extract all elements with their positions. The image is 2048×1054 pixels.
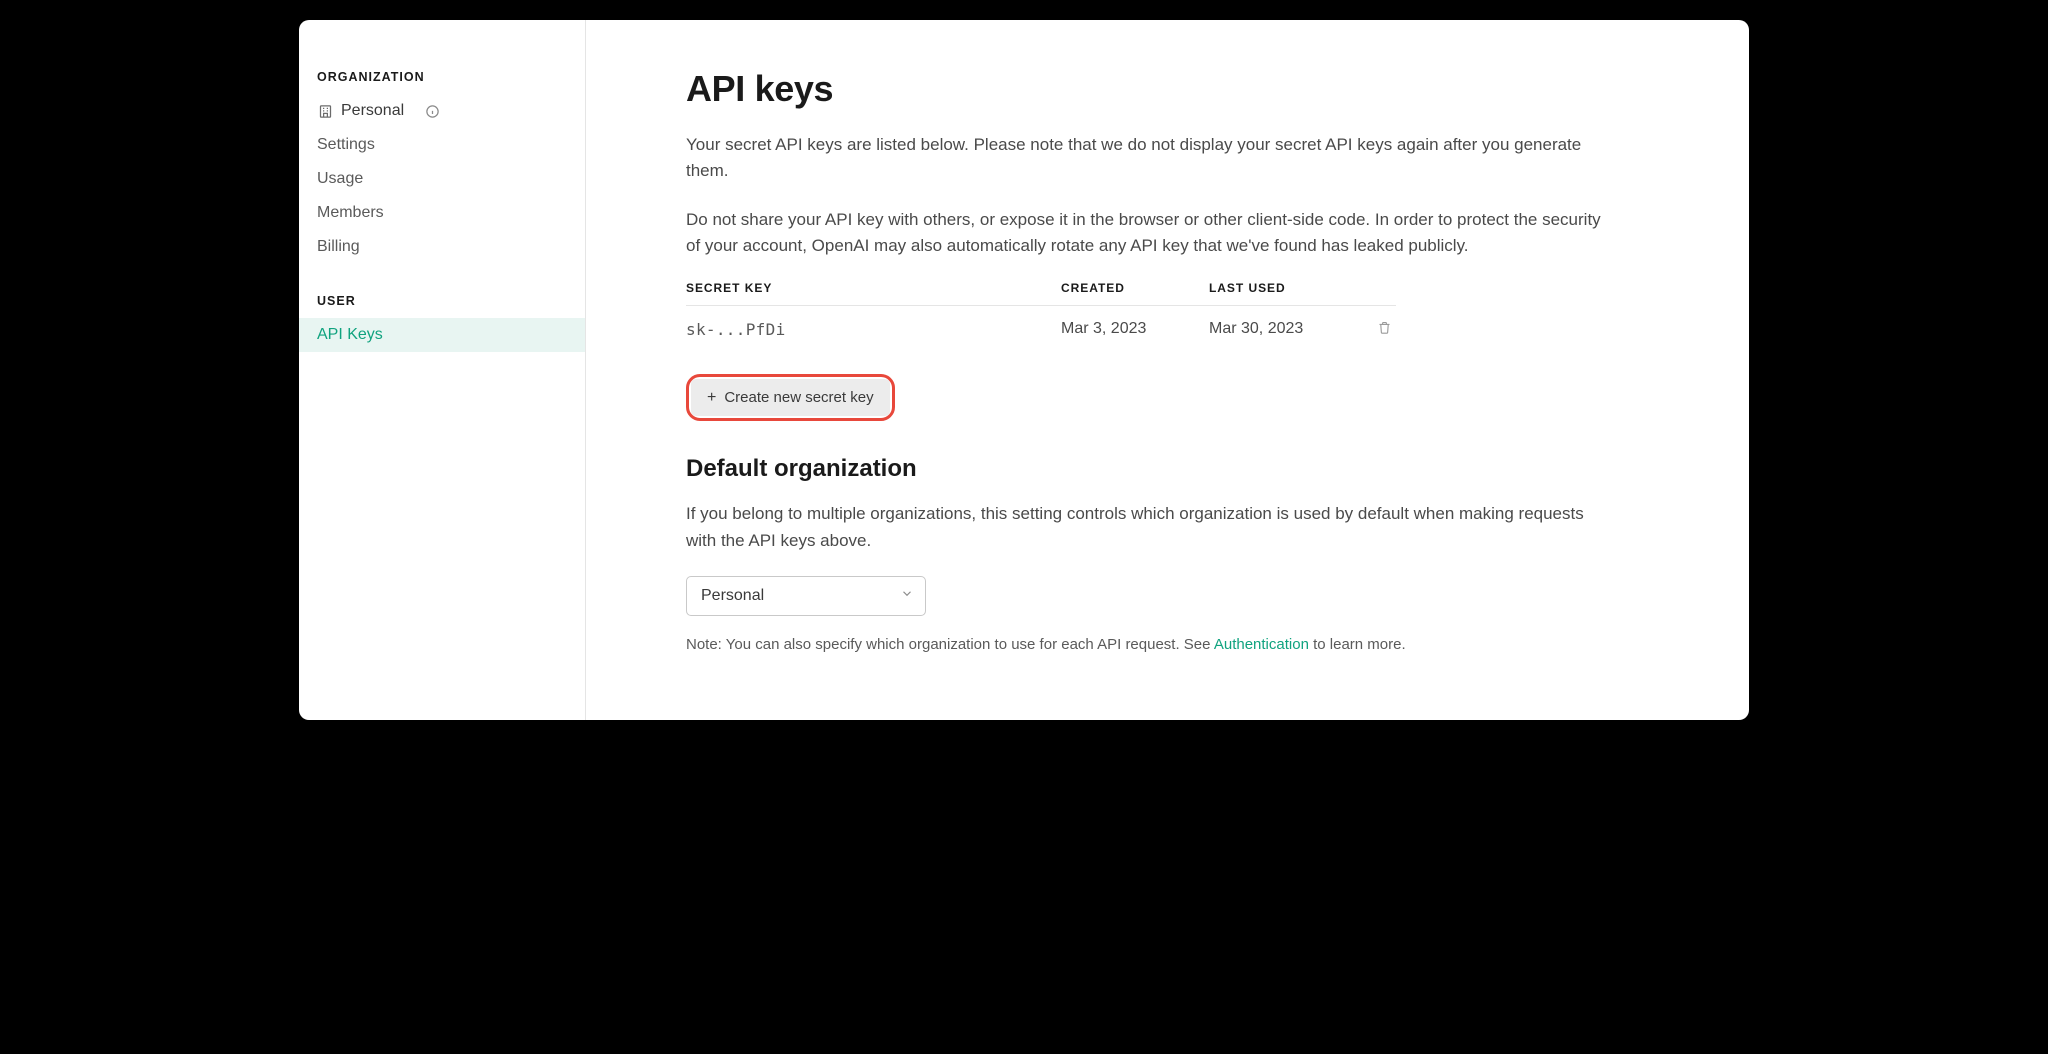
create-key-button-label: Create new secret key [724, 389, 873, 406]
create-key-highlight: + Create new secret key [686, 374, 895, 421]
sidebar-item-settings[interactable]: Settings [299, 128, 585, 162]
default-org-description: If you belong to multiple organizations,… [686, 501, 1606, 554]
sidebar-item-label: API Keys [317, 326, 383, 344]
default-org-note: Note: You can also specify which organiz… [686, 636, 1689, 653]
info-icon[interactable] [424, 103, 440, 119]
column-header-last-used: LAST USED [1209, 281, 1364, 295]
sidebar-item-api-keys[interactable]: API Keys [299, 318, 585, 352]
cell-last-used: Mar 30, 2023 [1209, 320, 1364, 338]
api-keys-table: SECRET KEY CREATED LAST USED sk-...PfDi … [686, 281, 1396, 352]
delete-key-button[interactable] [1375, 318, 1394, 340]
intro-paragraph-2: Do not share your API key with others, o… [686, 207, 1606, 260]
default-org-select-wrap: Personal [686, 576, 926, 616]
main-content: API keys Your secret API keys are listed… [586, 20, 1749, 720]
default-org-title: Default organization [686, 455, 1689, 483]
table-header-row: SECRET KEY CREATED LAST USED [686, 281, 1396, 306]
trash-icon [1377, 323, 1392, 338]
sidebar-item-label: Settings [317, 136, 375, 154]
sidebar-item-billing[interactable]: Billing [299, 230, 585, 264]
table-row: sk-...PfDi Mar 3, 2023 Mar 30, 2023 [686, 306, 1396, 352]
sidebar-item-personal[interactable]: Personal [299, 94, 585, 128]
sidebar: ORGANIZATION Personal Settings Usage Mem… [299, 20, 586, 720]
authentication-link[interactable]: Authentication [1214, 636, 1309, 653]
note-suffix: to learn more. [1309, 636, 1406, 653]
sidebar-item-label: Usage [317, 170, 363, 188]
sidebar-item-usage[interactable]: Usage [299, 162, 585, 196]
intro-paragraph-1: Your secret API keys are listed below. P… [686, 132, 1606, 185]
column-header-created: CREATED [1061, 281, 1209, 295]
sidebar-section-organization: ORGANIZATION [299, 70, 585, 94]
default-org-select[interactable]: Personal [686, 576, 926, 616]
sidebar-item-label: Members [317, 204, 384, 222]
sidebar-item-label: Personal [341, 102, 404, 120]
column-header-secret-key: SECRET KEY [686, 281, 1061, 295]
page-title: API keys [686, 68, 1689, 110]
default-org-selected-value: Personal [701, 587, 764, 604]
building-icon [317, 103, 333, 119]
app-window: ORGANIZATION Personal Settings Usage Mem… [299, 20, 1749, 720]
cell-created: Mar 3, 2023 [1061, 320, 1209, 338]
cell-secret-key: sk-...PfDi [686, 320, 1061, 339]
sidebar-section-user: USER [299, 294, 585, 318]
create-secret-key-button[interactable]: + Create new secret key [691, 379, 890, 416]
sidebar-item-members[interactable]: Members [299, 196, 585, 230]
note-prefix: Note: You can also specify which organiz… [686, 636, 1214, 653]
plus-icon: + [707, 390, 716, 406]
sidebar-item-label: Billing [317, 238, 360, 256]
